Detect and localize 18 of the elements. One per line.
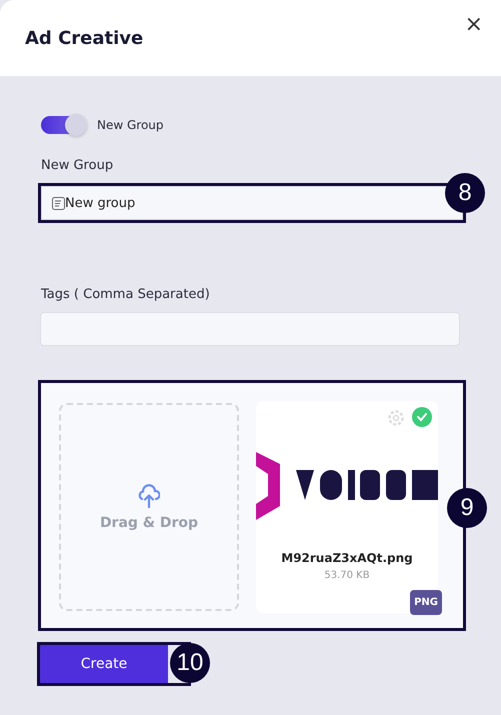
file-type-badge: PNG (410, 590, 442, 615)
dialog-title: Ad Creative (25, 28, 144, 48)
file-name: M92ruaZ3xAQt.png (281, 551, 413, 565)
cloud-upload-icon (138, 483, 160, 509)
file-size: 53.70 KB (324, 570, 370, 581)
close-button[interactable]: × (462, 14, 485, 36)
field-label: Tags ( Comma Separated) (41, 287, 210, 302)
toggle-switch[interactable] (41, 116, 85, 134)
toggle-label: New Group (97, 118, 164, 132)
callout-badge: 8 (445, 173, 485, 213)
tags-field[interactable] (40, 312, 460, 346)
callout-badge: 10 (170, 643, 210, 683)
form-icon (52, 196, 65, 210)
settings-icon[interactable] (386, 408, 406, 428)
callout-badge: 9 (447, 488, 487, 528)
drop-zone-text: Drag & Drop (100, 515, 198, 531)
create-button[interactable]: Create (40, 645, 168, 683)
field-label: New Group (41, 158, 114, 173)
